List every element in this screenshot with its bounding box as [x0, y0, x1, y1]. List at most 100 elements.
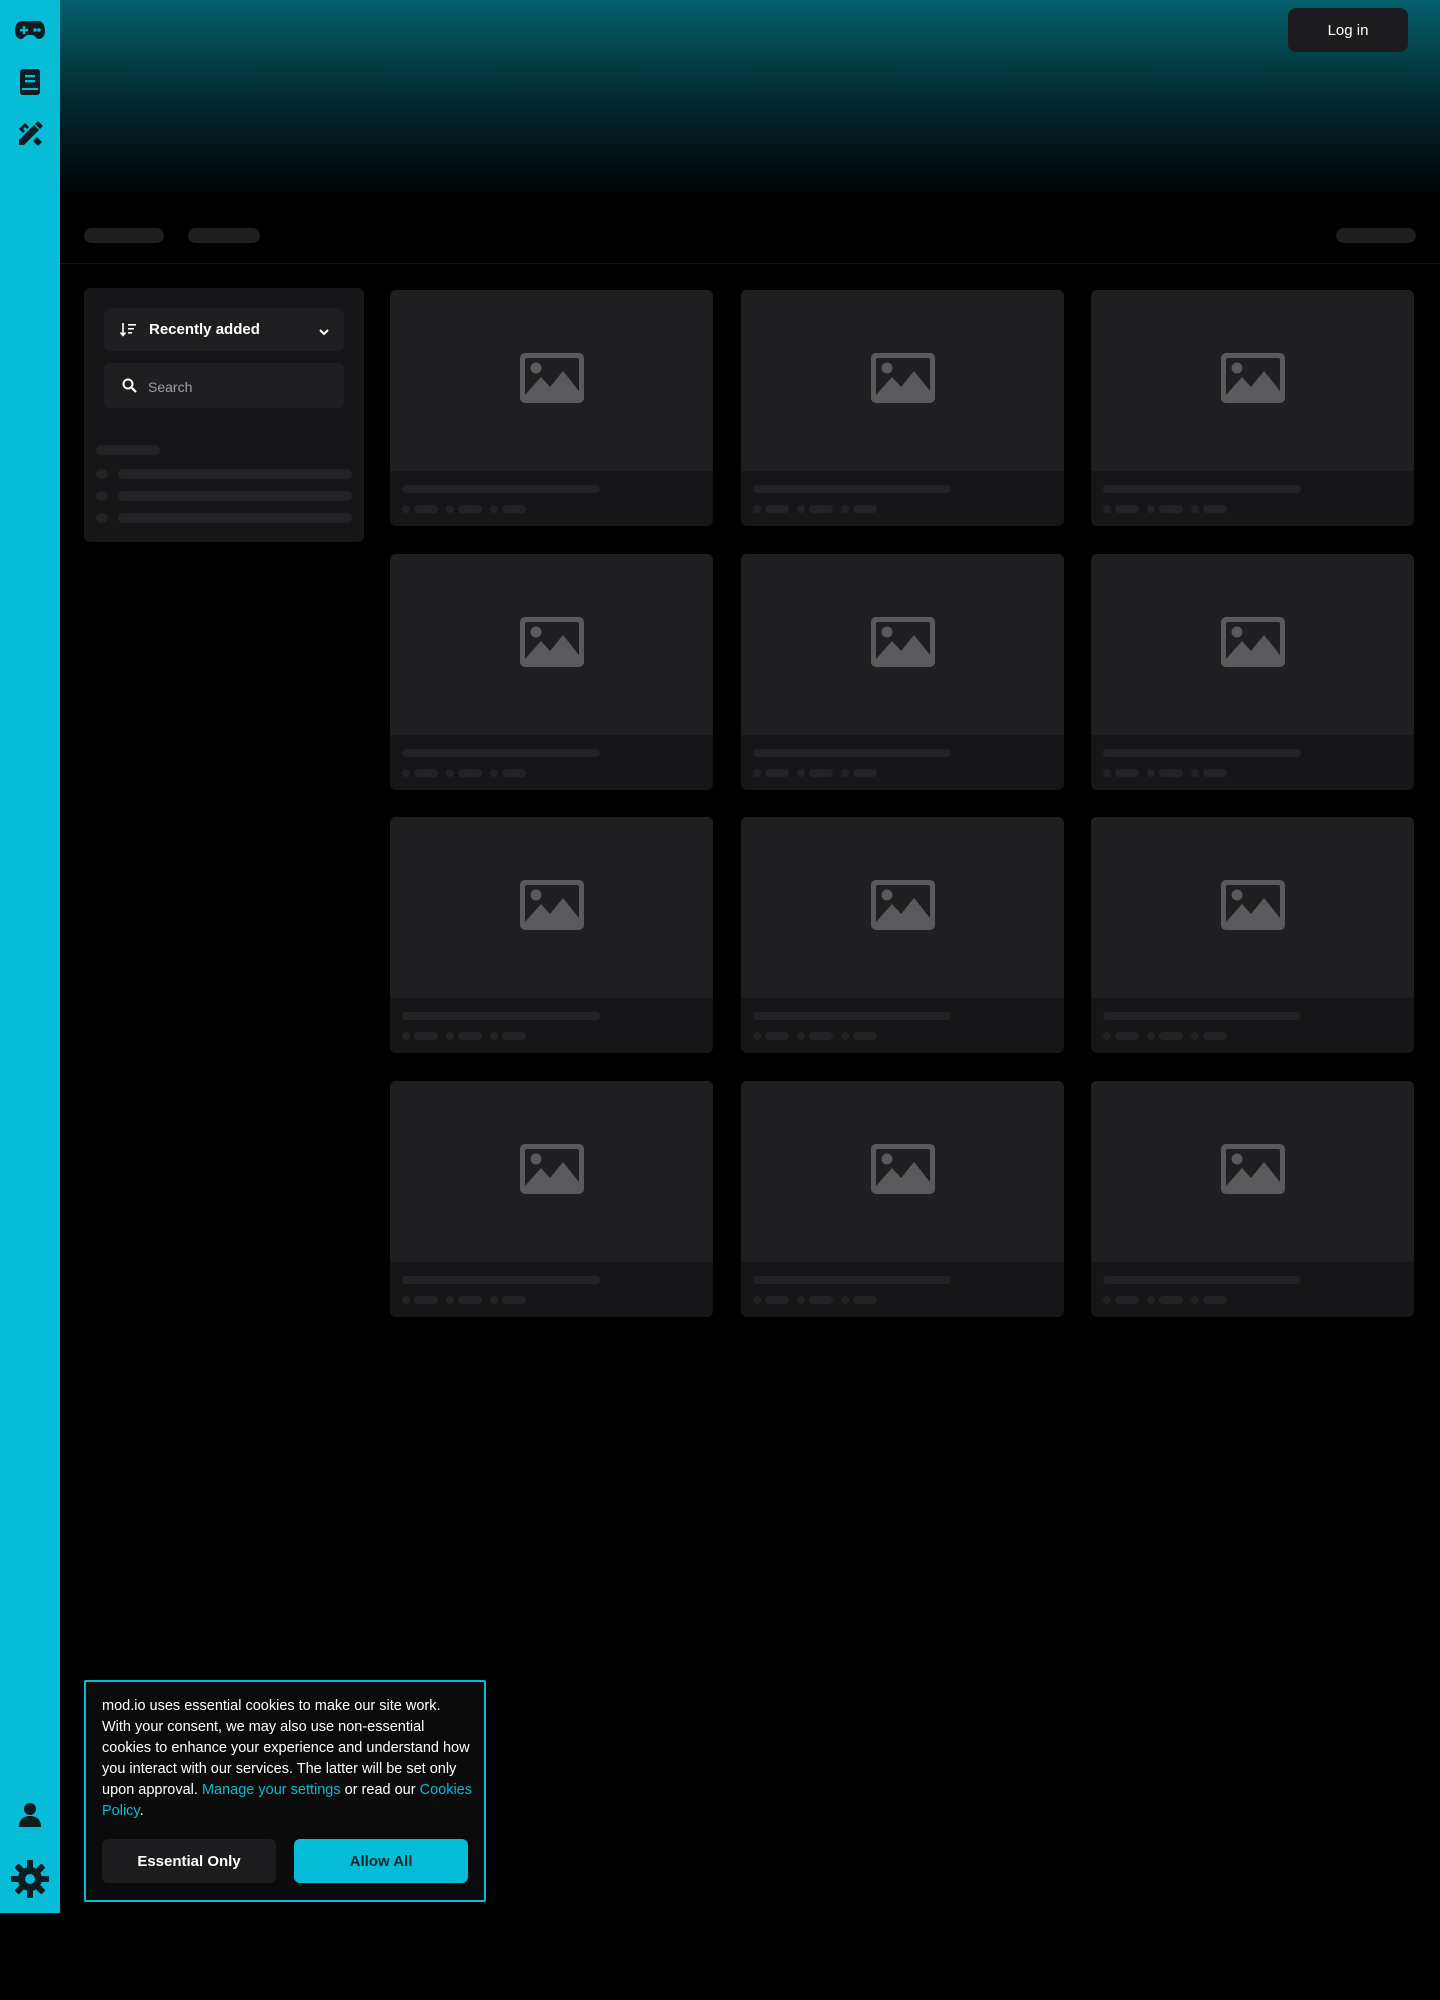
nav-placeholder [188, 228, 260, 243]
user-icon[interactable] [13, 1798, 47, 1832]
mod-stat-placeholder [1203, 769, 1227, 777]
mod-card-placeholder[interactable] [390, 290, 713, 526]
book-icon[interactable] [13, 65, 47, 99]
mod-stat-placeholder [809, 769, 833, 777]
cookie-banner: mod.io uses essential cookies to make ou… [84, 1680, 486, 1902]
mod-stat-placeholder [765, 769, 789, 777]
image-placeholder-icon [870, 617, 935, 672]
mod-card-placeholder[interactable] [1091, 817, 1414, 1053]
essential-only-button[interactable]: Essential Only [102, 1839, 276, 1883]
mod-card-placeholder[interactable] [390, 554, 713, 790]
mod-stat-placeholder [502, 769, 526, 777]
mod-card-placeholder[interactable] [390, 1081, 713, 1317]
allow-all-button[interactable]: Allow All [294, 1839, 468, 1883]
mod-stat-placeholder [414, 1032, 438, 1040]
image-placeholder-icon [519, 353, 584, 408]
mod-stat-icon-placeholder [797, 1296, 805, 1304]
mod-stat-icon-placeholder [753, 1032, 761, 1040]
mod-title-placeholder [753, 1012, 951, 1020]
search-input[interactable] [146, 363, 340, 410]
mod-stat-icon-placeholder [402, 1032, 410, 1040]
nav-placeholder [1336, 228, 1416, 243]
mod-stat-placeholder [1115, 1296, 1139, 1304]
hero-banner [60, 0, 1440, 200]
mod-stat-icon-placeholder [446, 1032, 454, 1040]
image-placeholder-icon [870, 880, 935, 935]
mod-title-placeholder [402, 1276, 600, 1284]
mod-thumbnail-placeholder [390, 1081, 713, 1262]
mod-stat-icon-placeholder [446, 505, 454, 513]
mod-stat-placeholder [458, 1032, 482, 1040]
mod-stat-icon-placeholder [490, 1032, 498, 1040]
manage-settings-link[interactable]: Manage your settings [202, 1782, 341, 1798]
settings-gear-icon[interactable] [9, 1858, 51, 1900]
tools-icon[interactable] [13, 117, 47, 151]
mod-stat-placeholder [458, 1296, 482, 1304]
mod-stat-placeholder [1203, 1032, 1227, 1040]
mod-card-placeholder[interactable] [390, 817, 713, 1053]
mod-title-placeholder [402, 485, 600, 493]
mod-stat-icon-placeholder [490, 1296, 498, 1304]
mod-title-placeholder [1103, 1012, 1301, 1020]
mod-stat-placeholder [1115, 505, 1139, 513]
mod-stat-icon-placeholder [1103, 505, 1111, 513]
image-placeholder-icon [1220, 353, 1285, 408]
mod-stat-icon-placeholder [1147, 769, 1155, 777]
mod-thumbnail-placeholder [741, 554, 1064, 735]
mod-stat-icon-placeholder [1191, 1032, 1199, 1040]
mod-stat-icon-placeholder [402, 1296, 410, 1304]
mod-thumbnail-placeholder [390, 554, 713, 735]
mod-title-placeholder [753, 1276, 951, 1284]
mod-card-placeholder[interactable] [1091, 554, 1414, 790]
mod-stat-placeholder [458, 769, 482, 777]
mod-stat-placeholder [853, 1032, 877, 1040]
mod-stat-placeholder [1115, 769, 1139, 777]
mod-title-placeholder [1103, 749, 1301, 757]
mod-stat-placeholder [458, 505, 482, 513]
image-placeholder-icon [519, 880, 584, 935]
mod-stat-icon-placeholder [841, 1032, 849, 1040]
mod-card-placeholder[interactable] [741, 817, 1064, 1053]
mod-card-placeholder[interactable] [741, 290, 1064, 526]
mod-thumbnail-placeholder [741, 817, 1064, 998]
divider [60, 263, 1440, 264]
filter-panel: Recently added [84, 288, 364, 542]
search-field[interactable] [104, 363, 344, 410]
mod-stat-placeholder [1203, 1296, 1227, 1304]
nav-placeholder [84, 228, 164, 243]
sort-label: Recently added [149, 321, 260, 338]
mod-card-placeholder[interactable] [741, 554, 1064, 790]
gamepad-icon[interactable] [13, 13, 47, 47]
image-placeholder-icon [519, 617, 584, 672]
image-placeholder-icon [870, 1144, 935, 1199]
mod-stat-icon-placeholder [797, 769, 805, 777]
mod-stat-icon-placeholder [1191, 505, 1199, 513]
cookie-message: mod.io uses essential cookies to make ou… [102, 1696, 472, 1822]
mod-stat-icon-placeholder [490, 505, 498, 513]
mod-card-placeholder[interactable] [1091, 1081, 1414, 1317]
mod-stat-placeholder [1115, 1032, 1139, 1040]
mod-title-placeholder [402, 749, 600, 757]
login-button[interactable]: Log in [1288, 8, 1408, 52]
mod-stat-icon-placeholder [753, 505, 761, 513]
mod-stat-icon-placeholder [753, 1296, 761, 1304]
mod-stat-placeholder [765, 505, 789, 513]
mod-stat-icon-placeholder [402, 505, 410, 513]
search-icon [122, 378, 137, 398]
mod-stat-placeholder [414, 505, 438, 513]
filter-heading-placeholder [96, 445, 160, 455]
mod-stat-placeholder [853, 769, 877, 777]
mod-stat-icon-placeholder [1147, 1296, 1155, 1304]
image-placeholder-icon [519, 1144, 584, 1199]
mod-stat-placeholder [853, 1296, 877, 1304]
sort-icon [119, 322, 136, 343]
mod-stat-placeholder [853, 505, 877, 513]
mod-stat-icon-placeholder [841, 1296, 849, 1304]
mod-stat-placeholder [414, 1296, 438, 1304]
mod-card-placeholder[interactable] [1091, 290, 1414, 526]
mod-stat-placeholder [502, 1296, 526, 1304]
sort-dropdown[interactable]: Recently added [104, 308, 344, 351]
mod-card-placeholder[interactable] [741, 1081, 1064, 1317]
mod-stat-icon-placeholder [446, 1296, 454, 1304]
mod-title-placeholder [402, 1012, 600, 1020]
